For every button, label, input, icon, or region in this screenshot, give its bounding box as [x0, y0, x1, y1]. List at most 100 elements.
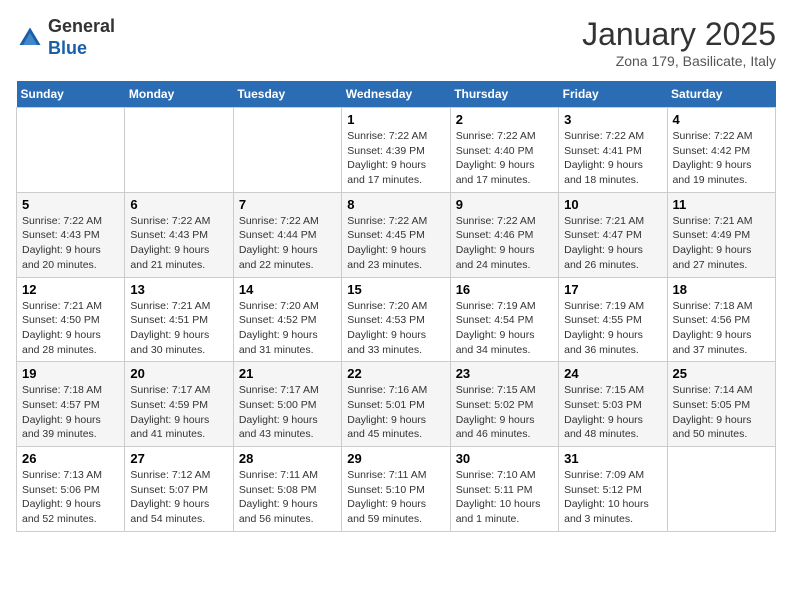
calendar-day-cell: [233, 108, 341, 193]
day-info: Sunrise: 7:12 AM Sunset: 5:07 PM Dayligh…: [130, 468, 227, 527]
day-info: Sunrise: 7:11 AM Sunset: 5:08 PM Dayligh…: [239, 468, 336, 527]
day-info: Sunrise: 7:17 AM Sunset: 5:00 PM Dayligh…: [239, 383, 336, 442]
day-number: 3: [564, 112, 661, 127]
day-info: Sunrise: 7:22 AM Sunset: 4:43 PM Dayligh…: [130, 214, 227, 273]
day-info: Sunrise: 7:19 AM Sunset: 4:54 PM Dayligh…: [456, 299, 553, 358]
day-number: 29: [347, 451, 444, 466]
calendar-day-cell: 5 Sunrise: 7:22 AM Sunset: 4:43 PM Daylig…: [17, 192, 125, 277]
day-info: Sunrise: 7:09 AM Sunset: 5:12 PM Dayligh…: [564, 468, 661, 527]
calendar-day-cell: 16 Sunrise: 7:19 AM Sunset: 4:54 PM Dayli…: [450, 277, 558, 362]
calendar-day-cell: 22 Sunrise: 7:16 AM Sunset: 5:01 PM Dayli…: [342, 362, 450, 447]
day-info: Sunrise: 7:18 AM Sunset: 4:57 PM Dayligh…: [22, 383, 119, 442]
day-number: 25: [673, 366, 770, 381]
day-number: 17: [564, 282, 661, 297]
day-number: 15: [347, 282, 444, 297]
day-info: Sunrise: 7:18 AM Sunset: 4:56 PM Dayligh…: [673, 299, 770, 358]
day-number: 28: [239, 451, 336, 466]
weekday-header: Thursday: [450, 81, 558, 108]
calendar-day-cell: 24 Sunrise: 7:15 AM Sunset: 5:03 PM Dayli…: [559, 362, 667, 447]
day-info: Sunrise: 7:22 AM Sunset: 4:43 PM Dayligh…: [22, 214, 119, 273]
month-title: January 2025: [582, 16, 776, 53]
day-info: Sunrise: 7:22 AM Sunset: 4:44 PM Dayligh…: [239, 214, 336, 273]
calendar-day-cell: 15 Sunrise: 7:20 AM Sunset: 4:53 PM Dayli…: [342, 277, 450, 362]
day-info: Sunrise: 7:22 AM Sunset: 4:40 PM Dayligh…: [456, 129, 553, 188]
day-info: Sunrise: 7:10 AM Sunset: 5:11 PM Dayligh…: [456, 468, 553, 527]
day-info: Sunrise: 7:15 AM Sunset: 5:02 PM Dayligh…: [456, 383, 553, 442]
calendar-day-cell: 2 Sunrise: 7:22 AM Sunset: 4:40 PM Daylig…: [450, 108, 558, 193]
calendar-day-cell: 18 Sunrise: 7:18 AM Sunset: 4:56 PM Dayli…: [667, 277, 775, 362]
day-number: 2: [456, 112, 553, 127]
day-info: Sunrise: 7:15 AM Sunset: 5:03 PM Dayligh…: [564, 383, 661, 442]
logo-general-text: General: [48, 16, 115, 36]
day-number: 21: [239, 366, 336, 381]
calendar-week-row: 19Sunrise: 7:18 AM Sunset: 4:57 PM Dayli…: [17, 362, 776, 447]
calendar-day-cell: 29 Sunrise: 7:11 AM Sunset: 5:10 PM Dayli…: [342, 447, 450, 532]
calendar-day-cell: 28 Sunrise: 7:11 AM Sunset: 5:08 PM Dayli…: [233, 447, 341, 532]
day-info: Sunrise: 7:14 AM Sunset: 5:05 PM Dayligh…: [673, 383, 770, 442]
day-number: 10: [564, 197, 661, 212]
calendar-day-cell: 31Sunrise: 7:09 AM Sunset: 5:12 PM Dayli…: [559, 447, 667, 532]
calendar-day-cell: 27 Sunrise: 7:12 AM Sunset: 5:07 PM Dayli…: [125, 447, 233, 532]
day-info: Sunrise: 7:21 AM Sunset: 4:51 PM Dayligh…: [130, 299, 227, 358]
weekday-header: Wednesday: [342, 81, 450, 108]
day-number: 26: [22, 451, 119, 466]
day-info: Sunrise: 7:20 AM Sunset: 4:53 PM Dayligh…: [347, 299, 444, 358]
calendar-day-cell: 3 Sunrise: 7:22 AM Sunset: 4:41 PM Daylig…: [559, 108, 667, 193]
calendar-day-cell: 9Sunrise: 7:22 AM Sunset: 4:46 PM Daylig…: [450, 192, 558, 277]
day-number: 1: [347, 112, 444, 127]
day-number: 11: [673, 197, 770, 212]
day-info: Sunrise: 7:22 AM Sunset: 4:42 PM Dayligh…: [673, 129, 770, 188]
day-number: 5: [22, 197, 119, 212]
weekday-header: Friday: [559, 81, 667, 108]
day-number: 27: [130, 451, 227, 466]
calendar-day-cell: [17, 108, 125, 193]
day-info: Sunrise: 7:20 AM Sunset: 4:52 PM Dayligh…: [239, 299, 336, 358]
calendar-week-row: 1 Sunrise: 7:22 AM Sunset: 4:39 PM Daylig…: [17, 108, 776, 193]
calendar-week-row: 12Sunrise: 7:21 AM Sunset: 4:50 PM Dayli…: [17, 277, 776, 362]
calendar-day-cell: 19Sunrise: 7:18 AM Sunset: 4:57 PM Dayli…: [17, 362, 125, 447]
calendar-day-cell: 23Sunrise: 7:15 AM Sunset: 5:02 PM Dayli…: [450, 362, 558, 447]
day-info: Sunrise: 7:16 AM Sunset: 5:01 PM Dayligh…: [347, 383, 444, 442]
calendar-day-cell: 14 Sunrise: 7:20 AM Sunset: 4:52 PM Dayli…: [233, 277, 341, 362]
weekday-header: Tuesday: [233, 81, 341, 108]
logo-blue-text: Blue: [48, 38, 87, 58]
title-block: January 2025 Zona 179, Basilicate, Italy: [582, 16, 776, 69]
day-info: Sunrise: 7:19 AM Sunset: 4:55 PM Dayligh…: [564, 299, 661, 358]
calendar-day-cell: 4Sunrise: 7:22 AM Sunset: 4:42 PM Daylig…: [667, 108, 775, 193]
day-number: 16: [456, 282, 553, 297]
calendar-day-cell: 17 Sunrise: 7:19 AM Sunset: 4:55 PM Dayli…: [559, 277, 667, 362]
page-header: General Blue January 2025 Zona 179, Basi…: [16, 16, 776, 69]
day-number: 24: [564, 366, 661, 381]
calendar-week-row: 5 Sunrise: 7:22 AM Sunset: 4:43 PM Daylig…: [17, 192, 776, 277]
calendar-day-cell: 25 Sunrise: 7:14 AM Sunset: 5:05 PM Dayli…: [667, 362, 775, 447]
calendar-day-cell: [667, 447, 775, 532]
calendar-day-cell: 12Sunrise: 7:21 AM Sunset: 4:50 PM Dayli…: [17, 277, 125, 362]
day-number: 13: [130, 282, 227, 297]
day-number: 18: [673, 282, 770, 297]
weekday-header: Monday: [125, 81, 233, 108]
logo-icon: [16, 24, 44, 52]
calendar-day-cell: 8Sunrise: 7:22 AM Sunset: 4:45 PM Daylig…: [342, 192, 450, 277]
calendar-day-cell: [125, 108, 233, 193]
day-number: 8: [347, 197, 444, 212]
calendar-day-cell: 11Sunrise: 7:21 AM Sunset: 4:49 PM Dayli…: [667, 192, 775, 277]
day-number: 14: [239, 282, 336, 297]
day-number: 30: [456, 451, 553, 466]
calendar-table: SundayMondayTuesdayWednesdayThursdayFrid…: [16, 81, 776, 532]
day-info: Sunrise: 7:13 AM Sunset: 5:06 PM Dayligh…: [22, 468, 119, 527]
day-number: 6: [130, 197, 227, 212]
day-info: Sunrise: 7:21 AM Sunset: 4:47 PM Dayligh…: [564, 214, 661, 273]
day-info: Sunrise: 7:21 AM Sunset: 4:50 PM Dayligh…: [22, 299, 119, 358]
calendar-day-cell: 21 Sunrise: 7:17 AM Sunset: 5:00 PM Dayli…: [233, 362, 341, 447]
weekday-header-row: SundayMondayTuesdayWednesdayThursdayFrid…: [17, 81, 776, 108]
calendar-week-row: 26 Sunrise: 7:13 AM Sunset: 5:06 PM Dayli…: [17, 447, 776, 532]
day-number: 22: [347, 366, 444, 381]
calendar-day-cell: 6 Sunrise: 7:22 AM Sunset: 4:43 PM Daylig…: [125, 192, 233, 277]
calendar-day-cell: 20Sunrise: 7:17 AM Sunset: 4:59 PM Dayli…: [125, 362, 233, 447]
day-info: Sunrise: 7:11 AM Sunset: 5:10 PM Dayligh…: [347, 468, 444, 527]
day-number: 9: [456, 197, 553, 212]
calendar-day-cell: 10 Sunrise: 7:21 AM Sunset: 4:47 PM Dayli…: [559, 192, 667, 277]
day-info: Sunrise: 7:22 AM Sunset: 4:41 PM Dayligh…: [564, 129, 661, 188]
calendar-day-cell: 26 Sunrise: 7:13 AM Sunset: 5:06 PM Dayli…: [17, 447, 125, 532]
day-info: Sunrise: 7:22 AM Sunset: 4:39 PM Dayligh…: [347, 129, 444, 188]
